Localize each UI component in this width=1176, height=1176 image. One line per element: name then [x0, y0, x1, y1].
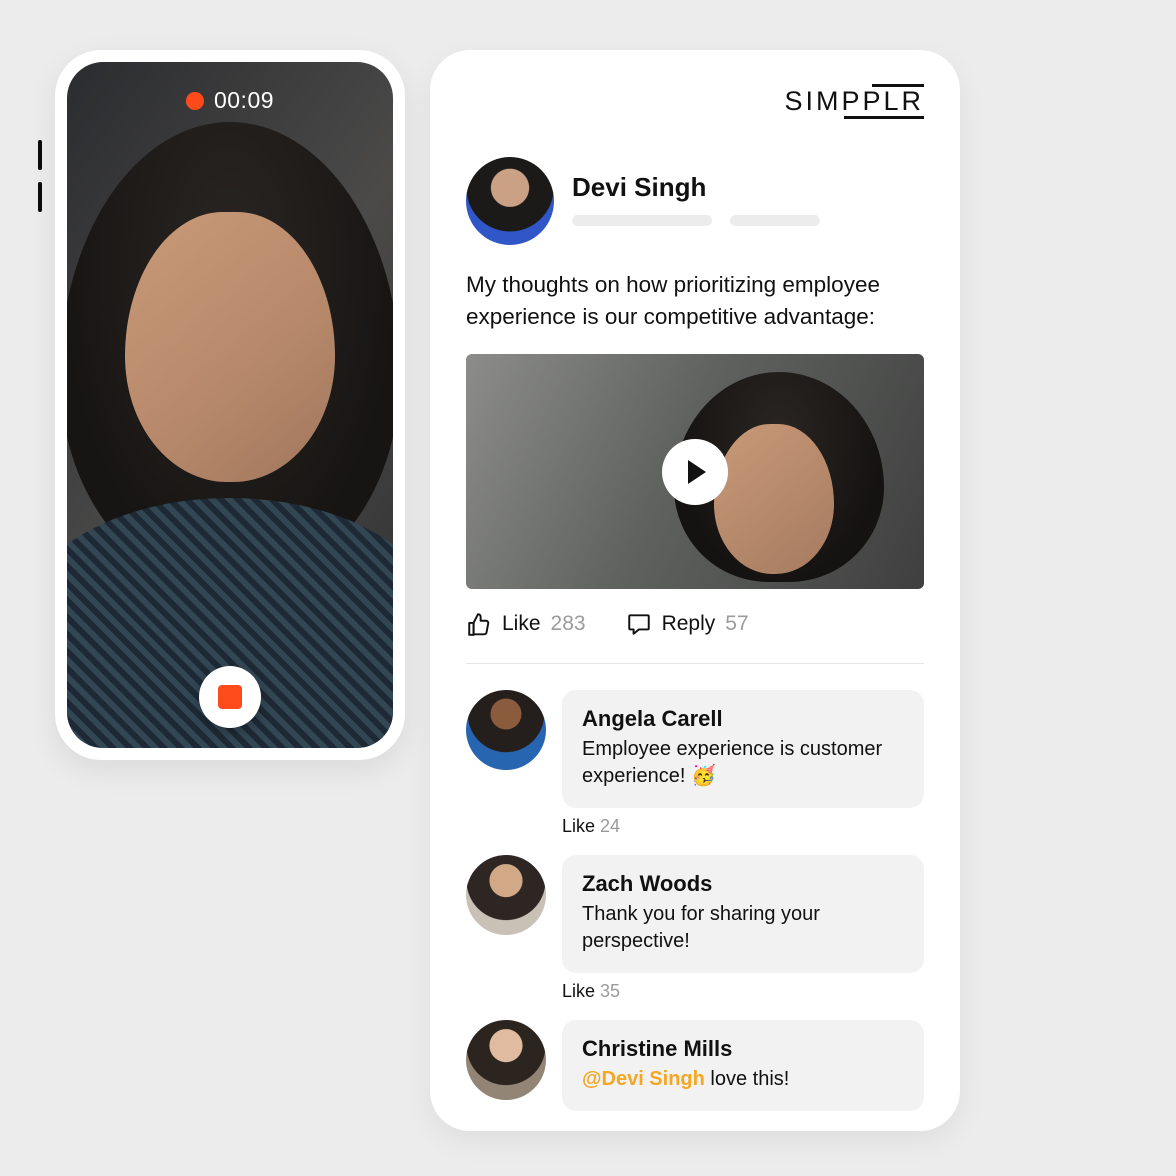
reply-button[interactable]: Reply 57	[626, 611, 749, 637]
comment-like-button[interactable]: Like 24	[562, 816, 924, 837]
post-author-row: Devi Singh	[466, 157, 924, 245]
post-actions: Like 283 Reply 57	[466, 611, 924, 664]
comment-bubble: Christine Mills @Devi Singh love this!	[562, 1020, 924, 1111]
comment: Christine Mills @Devi Singh love this!	[466, 1020, 924, 1111]
comment-like-button[interactable]: Like 35	[562, 981, 924, 1002]
author-avatar[interactable]	[466, 157, 554, 245]
device-side-button	[38, 182, 42, 212]
reply-label: Reply	[662, 612, 716, 636]
stop-icon	[218, 685, 242, 709]
like-button[interactable]: Like 283	[466, 611, 586, 637]
record-dot-icon	[186, 92, 204, 110]
like-count: 283	[551, 612, 586, 636]
commenter-name[interactable]: Christine Mills	[582, 1036, 904, 1062]
comment: Angela Carell Employee experience is cus…	[466, 690, 924, 808]
post-video[interactable]	[466, 354, 924, 589]
phone-frame: 00:09	[55, 50, 405, 760]
commenter-name[interactable]: Angela Carell	[582, 706, 904, 732]
author-name[interactable]: Devi Singh	[572, 172, 924, 203]
thumbs-up-icon	[466, 611, 492, 637]
author-subtitle-placeholder	[572, 215, 712, 226]
commenter-avatar[interactable]	[466, 855, 546, 935]
comment-text: Employee experience is customer experien…	[582, 736, 904, 790]
play-icon	[688, 460, 706, 484]
camera-portrait	[67, 62, 393, 748]
comment-text: Thank you for sharing your perspective!	[582, 901, 904, 955]
comment-bubble: Zach Woods Thank you for sharing your pe…	[562, 855, 924, 973]
comment-bubble: Angela Carell Employee experience is cus…	[562, 690, 924, 808]
device-side-button	[38, 140, 42, 170]
post-body: My thoughts on how prioritizing employee…	[466, 269, 924, 332]
comment: Zach Woods Thank you for sharing your pe…	[466, 855, 924, 973]
mention[interactable]: @Devi Singh	[582, 1068, 705, 1090]
play-button[interactable]	[662, 439, 728, 505]
like-label: Like	[502, 612, 541, 636]
commenter-name[interactable]: Zach Woods	[582, 871, 904, 897]
author-subtitle-placeholder	[730, 215, 820, 226]
comment-text: @Devi Singh love this!	[582, 1066, 904, 1093]
recording-time: 00:09	[214, 87, 274, 114]
feed-card: SIMPPLR Devi Singh My thoughts on how pr…	[430, 50, 960, 1131]
comment-icon	[626, 611, 652, 637]
phone-screen: 00:09	[67, 62, 393, 748]
commenter-avatar[interactable]	[466, 1020, 546, 1100]
recording-indicator: 00:09	[186, 87, 274, 114]
commenter-avatar[interactable]	[466, 690, 546, 770]
brand-logo: SIMPPLR	[466, 86, 924, 117]
reply-count: 57	[725, 612, 748, 636]
stop-recording-button[interactable]	[199, 666, 261, 728]
